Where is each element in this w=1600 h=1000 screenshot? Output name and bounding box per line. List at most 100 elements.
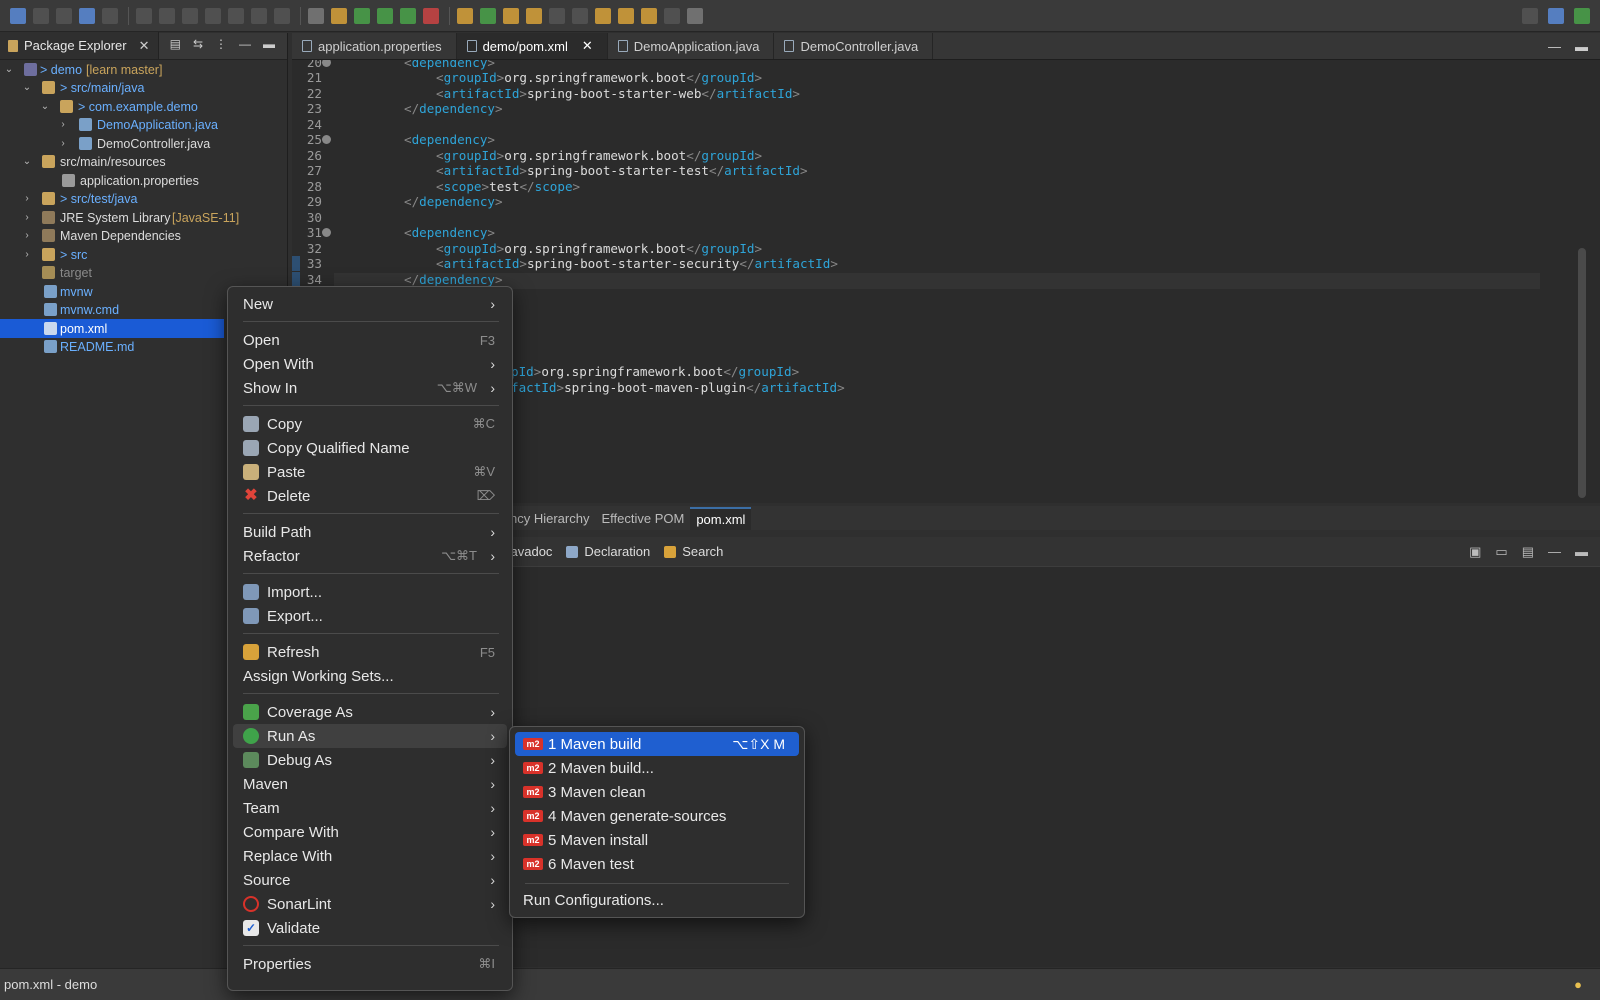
menu-item-refactor[interactable]: Refactor ⌥⌘T › [233, 544, 507, 568]
menu-item-source[interactable]: Source › [233, 868, 507, 892]
menu-item-open-with[interactable]: Open With › [233, 352, 507, 376]
tab-package-explorer[interactable]: Package Explorer ✕ [0, 32, 159, 59]
tab-declaration[interactable]: Declaration [566, 544, 650, 559]
menu-item-replace-with[interactable]: Replace With › [233, 844, 507, 868]
disconnect-icon[interactable] [205, 7, 221, 24]
tab-demo-application[interactable]: DemoApplication.java [608, 33, 775, 59]
new-icon[interactable] [10, 7, 26, 24]
tree-item-pom-xml[interactable]: pom.xml [0, 319, 224, 338]
save-all-icon[interactable] [56, 7, 72, 24]
maximize-icon[interactable]: ▬ [1575, 39, 1588, 54]
maximize-icon[interactable]: ▬ [263, 37, 275, 51]
view-menu-icon[interactable]: ⋮ [215, 37, 227, 51]
fold-toggle-icon[interactable] [322, 135, 331, 144]
lightbulb-icon[interactable]: ● [1574, 977, 1582, 992]
tree-item-src-main-java[interactable]: ⌄ > src/main/java [0, 78, 288, 97]
coverage-icon[interactable] [400, 7, 416, 24]
menu-item-open[interactable]: Open F3 [233, 328, 507, 352]
terminal-icon[interactable] [79, 7, 95, 24]
new-java-project-icon[interactable] [457, 7, 473, 24]
tab-dependency-hierarchy[interactable]: ncy Hierarchy [504, 508, 595, 529]
run-icon[interactable] [377, 7, 393, 24]
menu-item-paste[interactable]: Paste ⌘V [233, 460, 507, 484]
step-over-icon[interactable] [251, 7, 267, 24]
use-step-filters-icon[interactable] [331, 7, 347, 24]
tree-item-jre-library[interactable]: › JRE System Library [JavaSE-11] [0, 208, 288, 227]
submenu-item-maven-clean[interactable]: m2 3 Maven clean [515, 780, 799, 804]
minimize-icon[interactable]: — [239, 37, 251, 51]
fold-toggle-icon[interactable] [322, 60, 331, 67]
menu-item-refresh[interactable]: Refresh F5 [233, 640, 507, 664]
annotation-icon[interactable] [549, 7, 565, 24]
submenu-item-maven-install[interactable]: m2 5 Maven install [515, 828, 799, 852]
chevron-down-icon[interactable]: ⌄ [4, 64, 14, 75]
tab-search[interactable]: Search [664, 544, 723, 559]
console-icon[interactable]: ▣ [1469, 544, 1481, 560]
edit-icon[interactable] [572, 7, 588, 24]
minimize-icon[interactable]: — [1548, 39, 1561, 54]
back-icon[interactable] [641, 7, 657, 24]
submenu-item-maven-test[interactable]: m2 6 Maven test [515, 852, 799, 876]
next-annotation-icon[interactable] [618, 7, 634, 24]
tree-item-com-example-demo[interactable]: ⌄ > com.example.demo [0, 97, 288, 116]
tree-item-target[interactable]: target [0, 263, 288, 282]
menu-item-new[interactable]: New › [233, 292, 507, 316]
menu-item-compare-with[interactable]: Compare With › [233, 820, 507, 844]
editor-scrollbar[interactable] [1578, 248, 1586, 498]
menu-item-coverage-as[interactable]: Coverage As › [233, 700, 507, 724]
open-perspective-icon[interactable] [1548, 8, 1564, 24]
display-icon[interactable]: ▭ [1495, 544, 1507, 560]
chevron-right-icon[interactable]: › [58, 119, 68, 130]
chevron-down-icon[interactable]: ⌄ [22, 156, 32, 167]
skip-breakpoints-icon[interactable] [102, 7, 118, 24]
tab-pom-xml-source[interactable]: pom.xml [690, 506, 752, 530]
tree-item-src[interactable]: › > src [0, 245, 288, 264]
chevron-right-icon[interactable]: › [22, 212, 32, 223]
tree-item-demo[interactable]: ⌄ > demo [learn master] [0, 60, 288, 79]
tree-item-src-main-resources[interactable]: ⌄ src/main/resources [0, 152, 288, 171]
search-icon[interactable] [526, 7, 542, 24]
link-editor-icon[interactable]: ⇆ [193, 37, 203, 51]
magnifier-icon[interactable] [1522, 8, 1538, 24]
chevron-right-icon[interactable]: › [22, 193, 32, 204]
fold-toggle-icon[interactable] [322, 228, 331, 237]
submenu-item-maven-build-config[interactable]: m2 2 Maven build... [515, 756, 799, 780]
external-tools-icon[interactable] [423, 7, 439, 24]
step-return-icon[interactable] [274, 7, 290, 24]
save-icon[interactable] [33, 7, 49, 24]
resume-icon[interactable] [136, 7, 152, 24]
drop-to-frame-icon[interactable] [308, 7, 324, 24]
new-class-icon[interactable] [480, 7, 496, 24]
close-icon[interactable]: ✕ [139, 38, 150, 54]
tab-demo-controller[interactable]: DemoController.java [774, 33, 934, 59]
menu-item-copy-qualified-name[interactable]: Copy Qualified Name [233, 436, 507, 460]
pin-editor-icon[interactable] [687, 7, 703, 24]
menu-item-export[interactable]: Export... [233, 604, 507, 628]
menu-item-build-path[interactable]: Build Path › [233, 520, 507, 544]
debug-icon[interactable] [354, 7, 370, 24]
tree-item-maven-dependencies[interactable]: › Maven Dependencies [0, 226, 288, 245]
menu-item-validate[interactable]: ✓ Validate [233, 916, 507, 940]
submenu-item-maven-build[interactable]: m2 1 Maven build ⌥⇧X M [515, 732, 799, 756]
menu-item-run-as[interactable]: Run As › [233, 724, 507, 748]
menu-item-delete[interactable]: ✖ Delete ⌦ [233, 484, 507, 508]
maximize-icon[interactable]: ▬ [1575, 544, 1588, 560]
tree-item-demo-controller[interactable]: › DemoController.java [0, 134, 288, 153]
chevron-down-icon[interactable]: ⌄ [40, 101, 50, 112]
suspend-icon[interactable] [159, 7, 175, 24]
menu-item-debug-as[interactable]: Debug As › [233, 748, 507, 772]
chevron-right-icon[interactable]: › [22, 230, 32, 241]
close-icon[interactable]: ✕ [582, 38, 593, 54]
menu-item-assign-working-sets[interactable]: Assign Working Sets... [233, 664, 507, 688]
menu-item-show-in[interactable]: Show In ⌥⌘W › [233, 376, 507, 400]
step-into-icon[interactable] [228, 7, 244, 24]
tab-pom-xml[interactable]: demo/pom.xml ✕ [456, 33, 608, 59]
menu-item-properties[interactable]: Properties ⌘I [233, 952, 507, 976]
menu-item-copy[interactable]: Copy ⌘C [233, 412, 507, 436]
open-type-icon[interactable] [503, 7, 519, 24]
menu-item-import[interactable]: Import... [233, 580, 507, 604]
java-perspective-icon[interactable] [1574, 8, 1590, 24]
chevron-down-icon[interactable]: ⌄ [22, 82, 32, 93]
forward-icon[interactable] [664, 7, 680, 24]
minimize-icon[interactable]: — [1548, 544, 1561, 560]
